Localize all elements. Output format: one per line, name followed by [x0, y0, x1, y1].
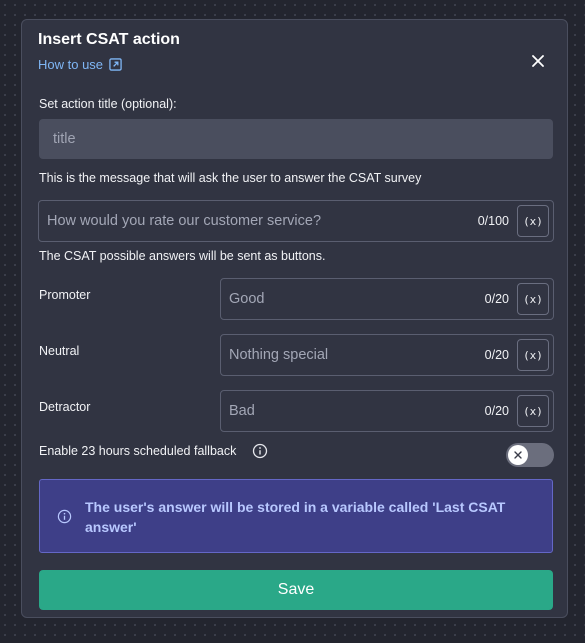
promoter-char-count: 0/20 — [484, 292, 509, 306]
how-to-use-label: How to use — [38, 57, 104, 72]
x-icon — [514, 451, 522, 459]
neutral-placeholder: Nothing special — [229, 347, 329, 363]
neutral-label: Neutral — [39, 344, 80, 358]
close-icon — [532, 55, 544, 67]
message-field[interactable]: How would you rate our customer service?… — [38, 200, 554, 242]
detractor-placeholder: Bad — [229, 403, 255, 419]
external-link-icon — [109, 58, 122, 71]
fallback-toggle[interactable] — [506, 443, 554, 467]
info-icon[interactable] — [252, 443, 268, 459]
info-banner: The user's answer will be stored in a va… — [39, 479, 553, 553]
message-char-count: 0/100 — [477, 214, 509, 228]
info-circle-icon — [57, 509, 72, 524]
detractor-field[interactable]: Bad 0/20 (x) — [220, 390, 554, 432]
message-placeholder: How would you rate our customer service? — [47, 213, 322, 229]
detractor-variable-button[interactable]: (x) — [517, 395, 549, 427]
neutral-char-count: 0/20 — [484, 348, 509, 362]
info-message: The user's answer will be stored in a va… — [85, 499, 506, 535]
message-label: This is the message that will ask the us… — [39, 171, 422, 185]
save-button[interactable]: Save — [39, 570, 553, 610]
modal-title: Insert CSAT action — [38, 31, 180, 48]
neutral-field[interactable]: Nothing special 0/20 (x) — [220, 334, 554, 376]
insert-variable-button[interactable]: (x) — [517, 205, 549, 237]
neutral-variable-button[interactable]: (x) — [517, 339, 549, 371]
detractor-char-count: 0/20 — [484, 404, 509, 418]
promoter-label: Promoter — [39, 288, 91, 302]
answers-label: The CSAT possible answers will be sent a… — [39, 249, 326, 263]
promoter-placeholder: Good — [229, 291, 265, 307]
close-button[interactable] — [527, 50, 549, 72]
action-title-label: Set action title (optional): — [39, 97, 177, 111]
csat-modal: Insert CSAT action How to use Set action… — [21, 19, 568, 618]
action-title-input[interactable]: title — [39, 119, 553, 159]
how-to-use-link[interactable]: How to use — [38, 57, 122, 72]
promoter-variable-button[interactable]: (x) — [517, 283, 549, 315]
fallback-label: Enable 23 hours scheduled fallback — [39, 444, 237, 458]
detractor-label: Detractor — [39, 400, 91, 414]
promoter-field[interactable]: Good 0/20 (x) — [220, 278, 554, 320]
toggle-knob — [508, 445, 528, 465]
